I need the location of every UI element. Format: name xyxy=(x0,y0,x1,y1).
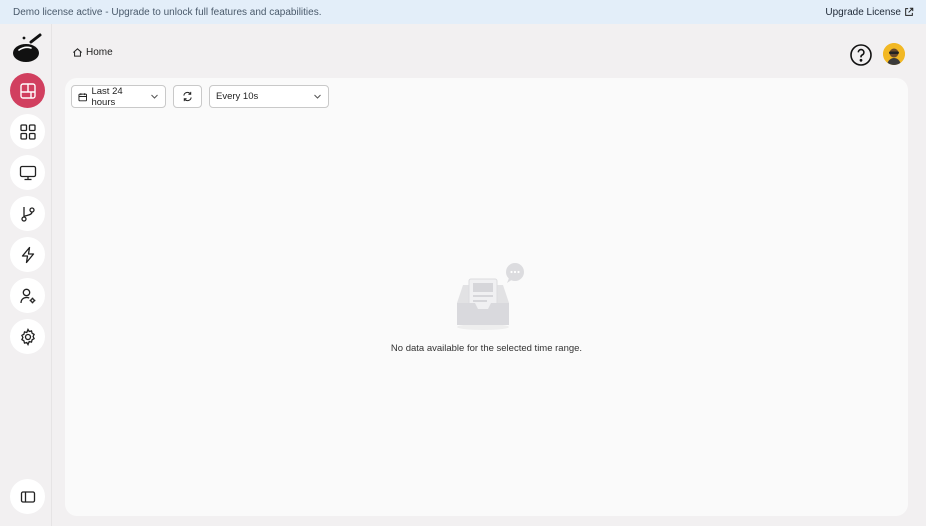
wok-logo-icon[interactable] xyxy=(11,32,43,64)
external-link-icon xyxy=(905,7,914,16)
empty-state: No data available for the selected time … xyxy=(65,263,908,354)
layout-icon xyxy=(19,82,36,99)
sidebar-collapse-button[interactable] xyxy=(10,479,45,514)
avatar-image xyxy=(883,43,905,65)
git-branch-icon xyxy=(20,206,35,222)
user-avatar[interactable] xyxy=(883,43,905,65)
license-message: Demo license active - Upgrade to unlock … xyxy=(13,6,322,18)
toolbar: Last 24 hours Every 10s xyxy=(71,85,329,108)
breadcrumb-home[interactable]: Home xyxy=(86,47,113,58)
main-content: Home Last 24 hours Every 10s No data ava… xyxy=(52,24,926,526)
sidebar-item-apps[interactable] xyxy=(10,114,45,149)
sidebar xyxy=(0,24,52,526)
calendar-icon xyxy=(78,92,87,101)
breadcrumb: Home xyxy=(72,47,113,58)
help-circle-icon[interactable] xyxy=(849,43,873,67)
sidebar-item-actions[interactable] xyxy=(10,237,45,272)
dashboard-panel: Last 24 hours Every 10s No data availabl… xyxy=(65,78,908,516)
refresh-interval-select[interactable]: Every 10s xyxy=(209,85,329,108)
sidebar-item-settings[interactable] xyxy=(10,319,45,354)
gear-icon xyxy=(20,327,35,346)
refresh-button[interactable] xyxy=(173,85,202,108)
grid-icon xyxy=(19,123,36,140)
upgrade-license-link[interactable]: Upgrade License xyxy=(825,7,914,18)
sidebar-item-users[interactable] xyxy=(10,278,45,313)
lightning-icon xyxy=(21,246,34,263)
user-settings-icon xyxy=(19,288,35,303)
sidebar-item-dashboard[interactable] xyxy=(10,73,45,108)
monitor-icon xyxy=(19,165,36,180)
sidebar-item-workflows[interactable] xyxy=(10,196,45,231)
refresh-interval-value: Every 10s xyxy=(216,91,259,102)
license-banner: Demo license active - Upgrade to unlock … xyxy=(0,0,926,24)
upgrade-license-label: Upgrade License xyxy=(825,6,901,18)
empty-inbox-icon xyxy=(456,263,524,330)
refresh-icon xyxy=(183,91,192,102)
home-icon[interactable] xyxy=(72,47,83,58)
time-range-select[interactable]: Last 24 hours xyxy=(71,85,166,108)
empty-state-message: No data available for the selected time … xyxy=(390,343,583,354)
sidebar-item-monitor[interactable] xyxy=(10,155,45,190)
time-range-value: Last 24 hours xyxy=(91,85,123,108)
chevron-down-icon xyxy=(150,92,159,101)
sidebar-toggle-icon xyxy=(20,490,35,503)
chevron-down-icon xyxy=(313,92,322,101)
